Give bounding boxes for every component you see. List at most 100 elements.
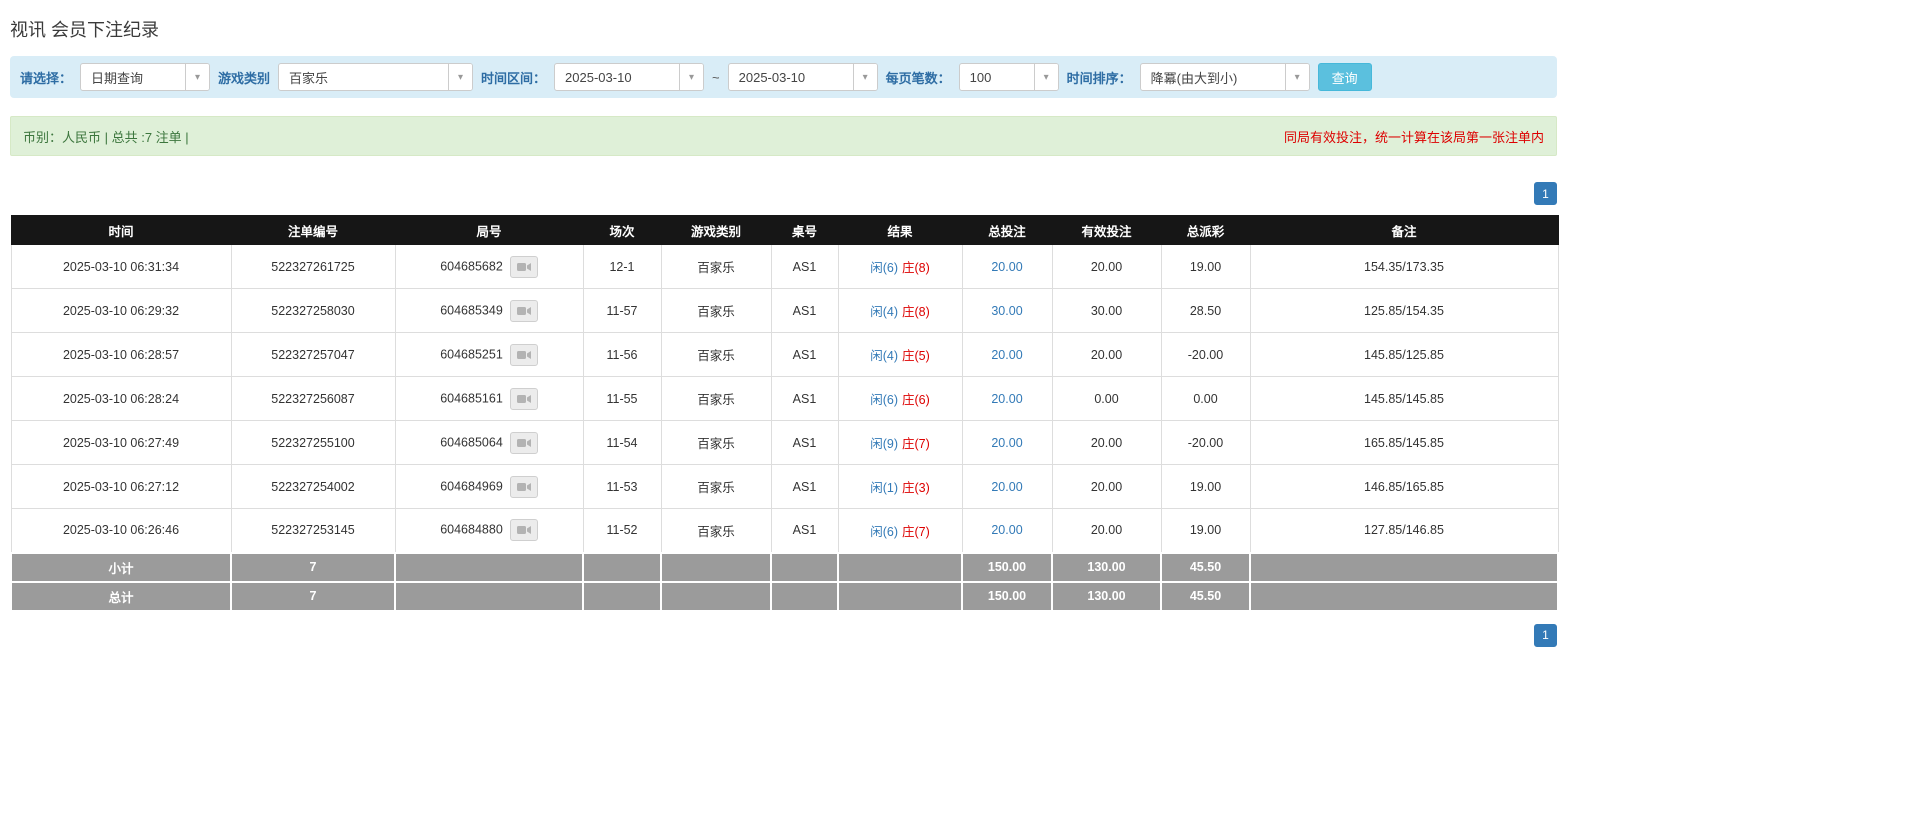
total-bet-link[interactable]: 20.00 <box>991 348 1022 362</box>
cell-bet-id: 522327255100 <box>230 420 396 465</box>
header-table-no: 桌号 <box>770 215 839 245</box>
total-bet-link[interactable]: 20.00 <box>991 523 1022 537</box>
cell-valid-bet: 20.00 <box>1051 332 1162 377</box>
round-number: 604684969 <box>440 478 503 493</box>
result-banker: 庄(7) <box>902 524 930 539</box>
total-bet-link[interactable]: 20.00 <box>991 480 1022 494</box>
cell-empty <box>837 551 963 583</box>
cell-result: 闲(4) 庄(5) <box>837 332 963 377</box>
cell-empty <box>1249 551 1559 583</box>
chevron-down-icon[interactable]: ▾ <box>1033 64 1058 90</box>
summary-bar: 币别：人民币 | 总共 :7 注单 | 同局有效投注，统一计算在该局第一张注单内 <box>10 116 1557 156</box>
cell-time: 2025-03-10 06:27:12 <box>10 464 232 509</box>
cell-remark: 145.85/145.85 <box>1249 376 1559 421</box>
total-bet-link[interactable]: 20.00 <box>991 392 1022 406</box>
video-replay-button[interactable] <box>509 255 538 278</box>
chevron-down-icon[interactable]: ▾ <box>1284 64 1309 90</box>
cell-round: 604685251 <box>394 332 584 377</box>
pagination-bottom: 1 <box>10 623 1557 647</box>
chevron-down-icon[interactable]: ▾ <box>679 64 704 90</box>
cell-payout: 0.00 <box>1160 376 1251 421</box>
header-time: 时间 <box>10 215 232 245</box>
search-button[interactable]: 查询 <box>1317 63 1372 91</box>
summary-currency-count: 币别：人民币 | 总共 :7 注单 | <box>23 129 189 145</box>
cell-result: 闲(6) 庄(7) <box>837 508 963 553</box>
cell-valid-bet: 20.00 <box>1051 464 1162 509</box>
cell-session: 12-1 <box>582 244 662 289</box>
round-number: 604685064 <box>440 434 503 449</box>
total-bet-link[interactable]: 30.00 <box>991 304 1022 318</box>
cell-bet-id: 522327257047 <box>230 332 396 377</box>
total-total-bet: 150.00 <box>961 580 1053 612</box>
round-number: 604685682 <box>440 258 503 273</box>
header-game-type: 游戏类别 <box>660 215 772 245</box>
time-sort-label: 时间排序： <box>1066 70 1132 86</box>
table-row: 2025-03-10 06:31:34 522327261725 6046856… <box>10 244 1559 289</box>
total-bet-link[interactable]: 20.00 <box>991 436 1022 450</box>
video-replay-button[interactable] <box>509 475 538 498</box>
table-row: 2025-03-10 06:27:12 522327254002 6046849… <box>10 464 1559 509</box>
total-label: 总计 <box>10 580 232 612</box>
total-count: 7 <box>230 580 396 612</box>
header-payout: 总派彩 <box>1160 215 1251 245</box>
cell-result: 闲(9) 庄(7) <box>837 420 963 465</box>
result-player: 闲(4) <box>870 349 898 363</box>
header-session: 场次 <box>582 215 662 245</box>
query-type-value: 日期查询 <box>91 70 144 86</box>
cell-total-bet: 20.00 <box>961 332 1053 377</box>
bet-records-table: 时间 注单编号 局号 场次 游戏类别 桌号 结果 总投注 有效投注 总派彩 备注… <box>10 215 1559 612</box>
video-replay-button[interactable] <box>509 299 538 322</box>
cell-remark: 165.85/145.85 <box>1249 420 1559 465</box>
cell-payout: 28.50 <box>1160 288 1251 333</box>
cell-payout: 19.00 <box>1160 508 1251 553</box>
total-bet-link[interactable]: 20.00 <box>991 260 1022 274</box>
time-sort-value: 降冪(由大到小) <box>1150 70 1238 86</box>
page-size-select[interactable]: 100 ▾ <box>958 63 1059 91</box>
video-replay-button[interactable] <box>509 343 538 366</box>
page-button[interactable]: 1 <box>1534 182 1557 205</box>
subtotal-payout: 45.50 <box>1160 551 1251 583</box>
video-replay-button[interactable] <box>509 519 538 542</box>
cell-valid-bet: 20.00 <box>1051 244 1162 289</box>
query-type-select[interactable]: 日期查询 ▾ <box>80 63 211 91</box>
cell-table-no: AS1 <box>770 288 839 333</box>
cell-time: 2025-03-10 06:28:24 <box>10 376 232 421</box>
game-type-select[interactable]: 百家乐 ▾ <box>278 63 474 91</box>
video-icon <box>516 394 531 403</box>
cell-valid-bet: 30.00 <box>1051 288 1162 333</box>
video-replay-button[interactable] <box>509 431 538 454</box>
page-button[interactable]: 1 <box>1534 623 1557 647</box>
cell-empty <box>394 551 584 583</box>
cell-total-bet: 20.00 <box>961 508 1053 553</box>
cell-remark: 146.85/165.85 <box>1249 464 1559 509</box>
cell-bet-id: 522327254002 <box>230 464 396 509</box>
result-player: 闲(6) <box>870 393 898 407</box>
time-sort-select[interactable]: 降冪(由大到小) ▾ <box>1139 63 1310 91</box>
cell-game-type: 百家乐 <box>660 464 772 509</box>
chevron-down-icon[interactable]: ▾ <box>448 64 473 90</box>
date-to-select[interactable]: 2025-03-10 ▾ <box>727 63 878 91</box>
cell-session: 11-57 <box>582 288 662 333</box>
cell-empty <box>770 551 839 583</box>
cell-empty <box>660 580 772 612</box>
cell-remark: 154.35/173.35 <box>1249 244 1559 289</box>
cell-empty <box>394 580 584 612</box>
cell-round: 604685161 <box>394 376 584 421</box>
cell-valid-bet: 20.00 <box>1051 420 1162 465</box>
subtotal-label: 小计 <box>10 551 232 583</box>
page-size-value: 100 <box>969 69 992 85</box>
chevron-down-icon[interactable]: ▾ <box>185 64 210 90</box>
video-replay-button[interactable] <box>509 387 538 410</box>
cell-empty <box>660 551 772 583</box>
subtotal-row: 小计 7 150.00 130.00 45.50 <box>10 551 1559 583</box>
cell-bet-id: 522327253145 <box>230 508 396 553</box>
chevron-down-icon[interactable]: ▾ <box>852 64 877 90</box>
header-remark: 备注 <box>1249 215 1559 245</box>
round-number: 604685161 <box>440 390 503 405</box>
date-from-select[interactable]: 2025-03-10 ▾ <box>554 63 705 91</box>
summary-warning-text: 同局有效投注，统一计算在该局第一张注单内 <box>1283 129 1544 145</box>
total-row: 总计 7 150.00 130.00 45.50 <box>10 580 1559 612</box>
video-icon <box>516 482 531 491</box>
cell-session: 11-52 <box>582 508 662 553</box>
video-icon <box>516 350 531 359</box>
